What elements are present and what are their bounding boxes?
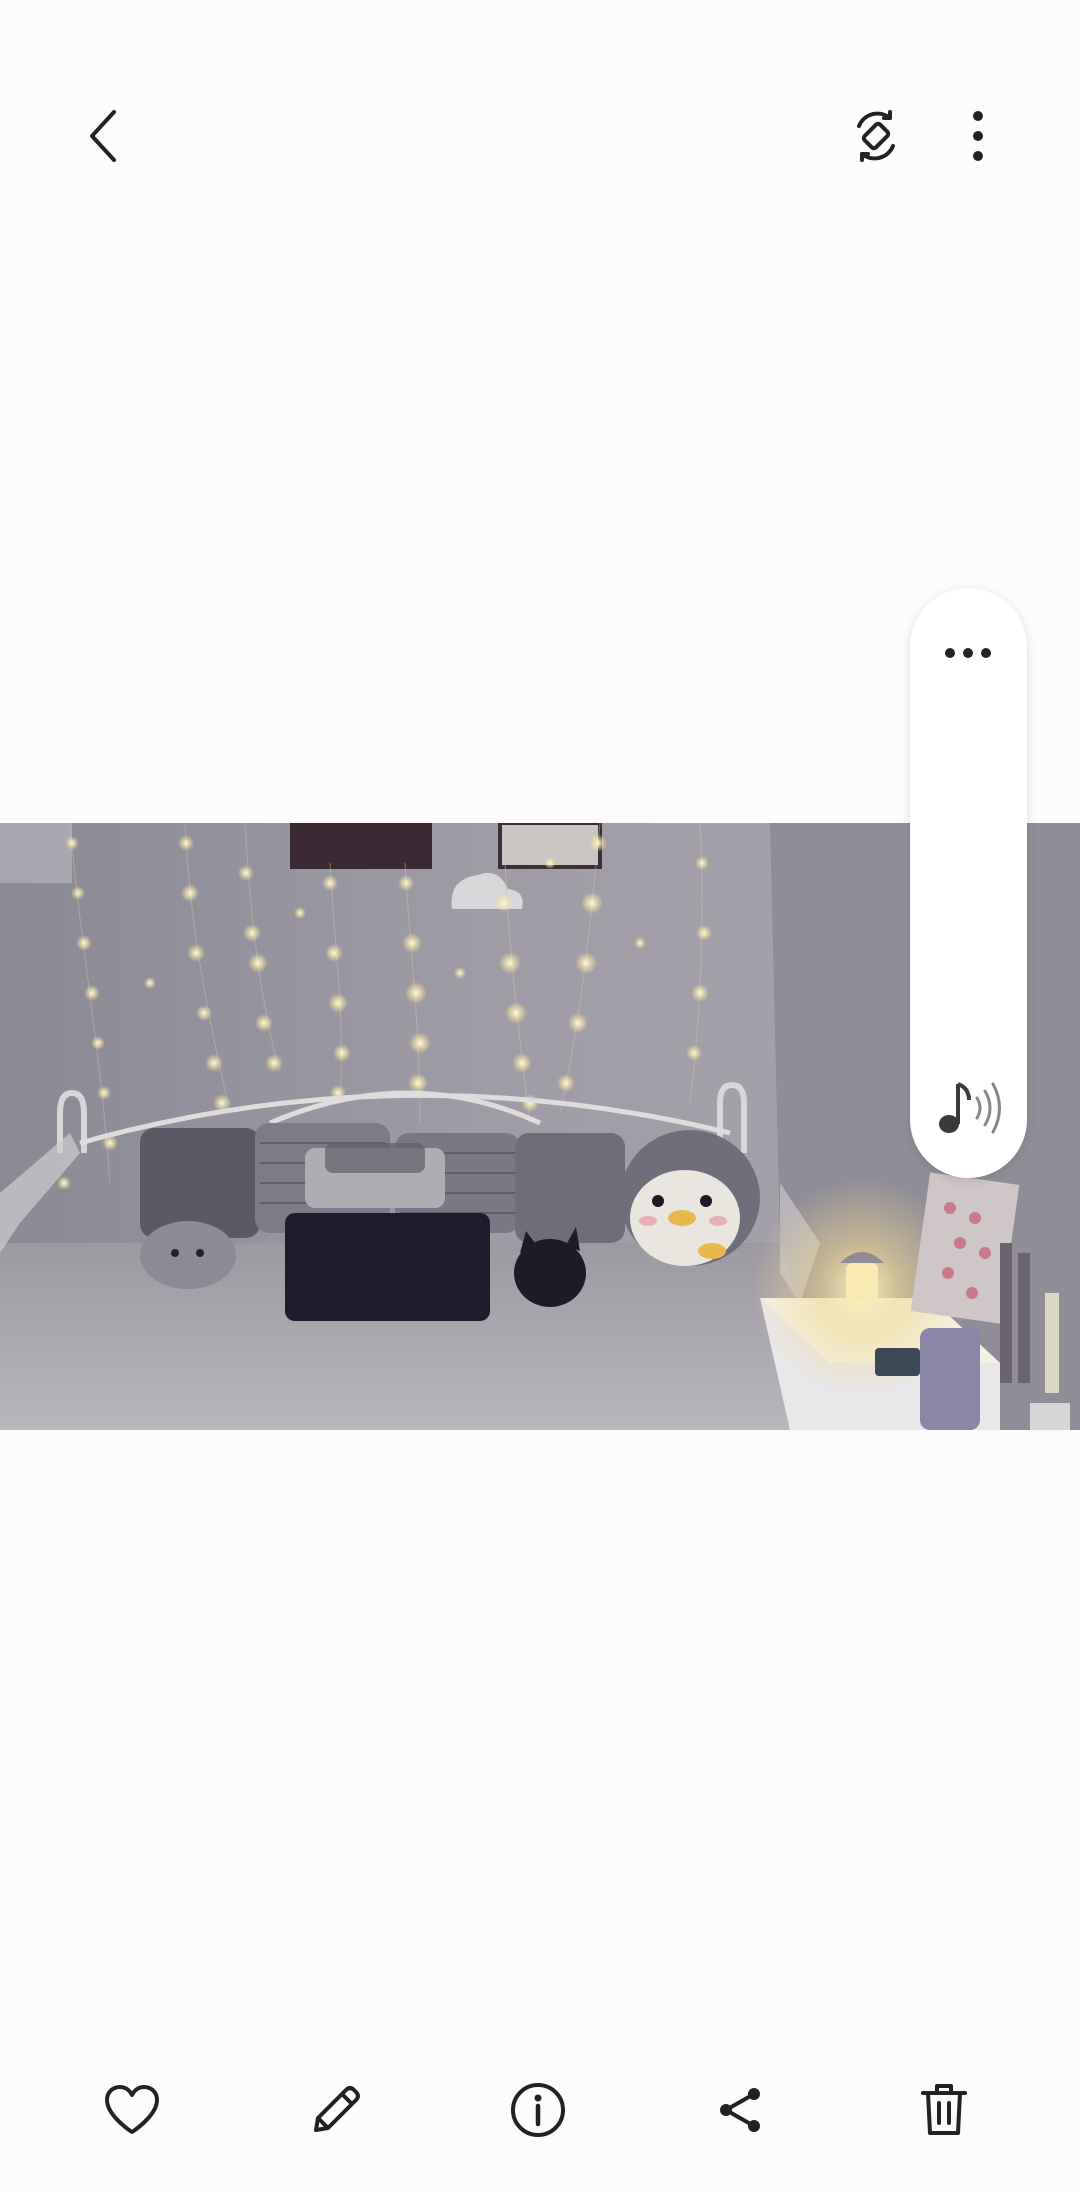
delete-button[interactable] bbox=[896, 2062, 992, 2158]
auto-rotate-button[interactable] bbox=[828, 88, 924, 184]
edit-button[interactable] bbox=[288, 2062, 384, 2158]
pencil-icon bbox=[314, 2086, 360, 2132]
sound-toggle-button[interactable] bbox=[928, 1066, 1012, 1150]
bottom-action-bar bbox=[0, 2060, 1080, 2160]
top-bar bbox=[0, 0, 1080, 200]
trash-icon bbox=[921, 2084, 967, 2135]
more-options-button[interactable] bbox=[930, 88, 1026, 184]
sound-shot-icon bbox=[939, 1082, 1001, 1134]
auto-rotate-icon bbox=[857, 110, 895, 162]
details-button[interactable] bbox=[490, 2062, 586, 2158]
back-button[interactable] bbox=[56, 88, 152, 184]
gallery-viewer-screen bbox=[0, 0, 1080, 2192]
more-vertical-icon bbox=[973, 111, 983, 161]
share-icon bbox=[720, 2088, 760, 2132]
panel-more-button[interactable] bbox=[928, 618, 1008, 688]
share-button[interactable] bbox=[692, 2062, 788, 2158]
favorite-button[interactable] bbox=[84, 2062, 180, 2158]
more-horizontal-icon bbox=[945, 648, 991, 658]
heart-icon bbox=[105, 2085, 159, 2134]
sound-shot-panel bbox=[910, 588, 1027, 1178]
info-icon bbox=[511, 2083, 565, 2137]
chevron-left-icon bbox=[90, 110, 116, 162]
